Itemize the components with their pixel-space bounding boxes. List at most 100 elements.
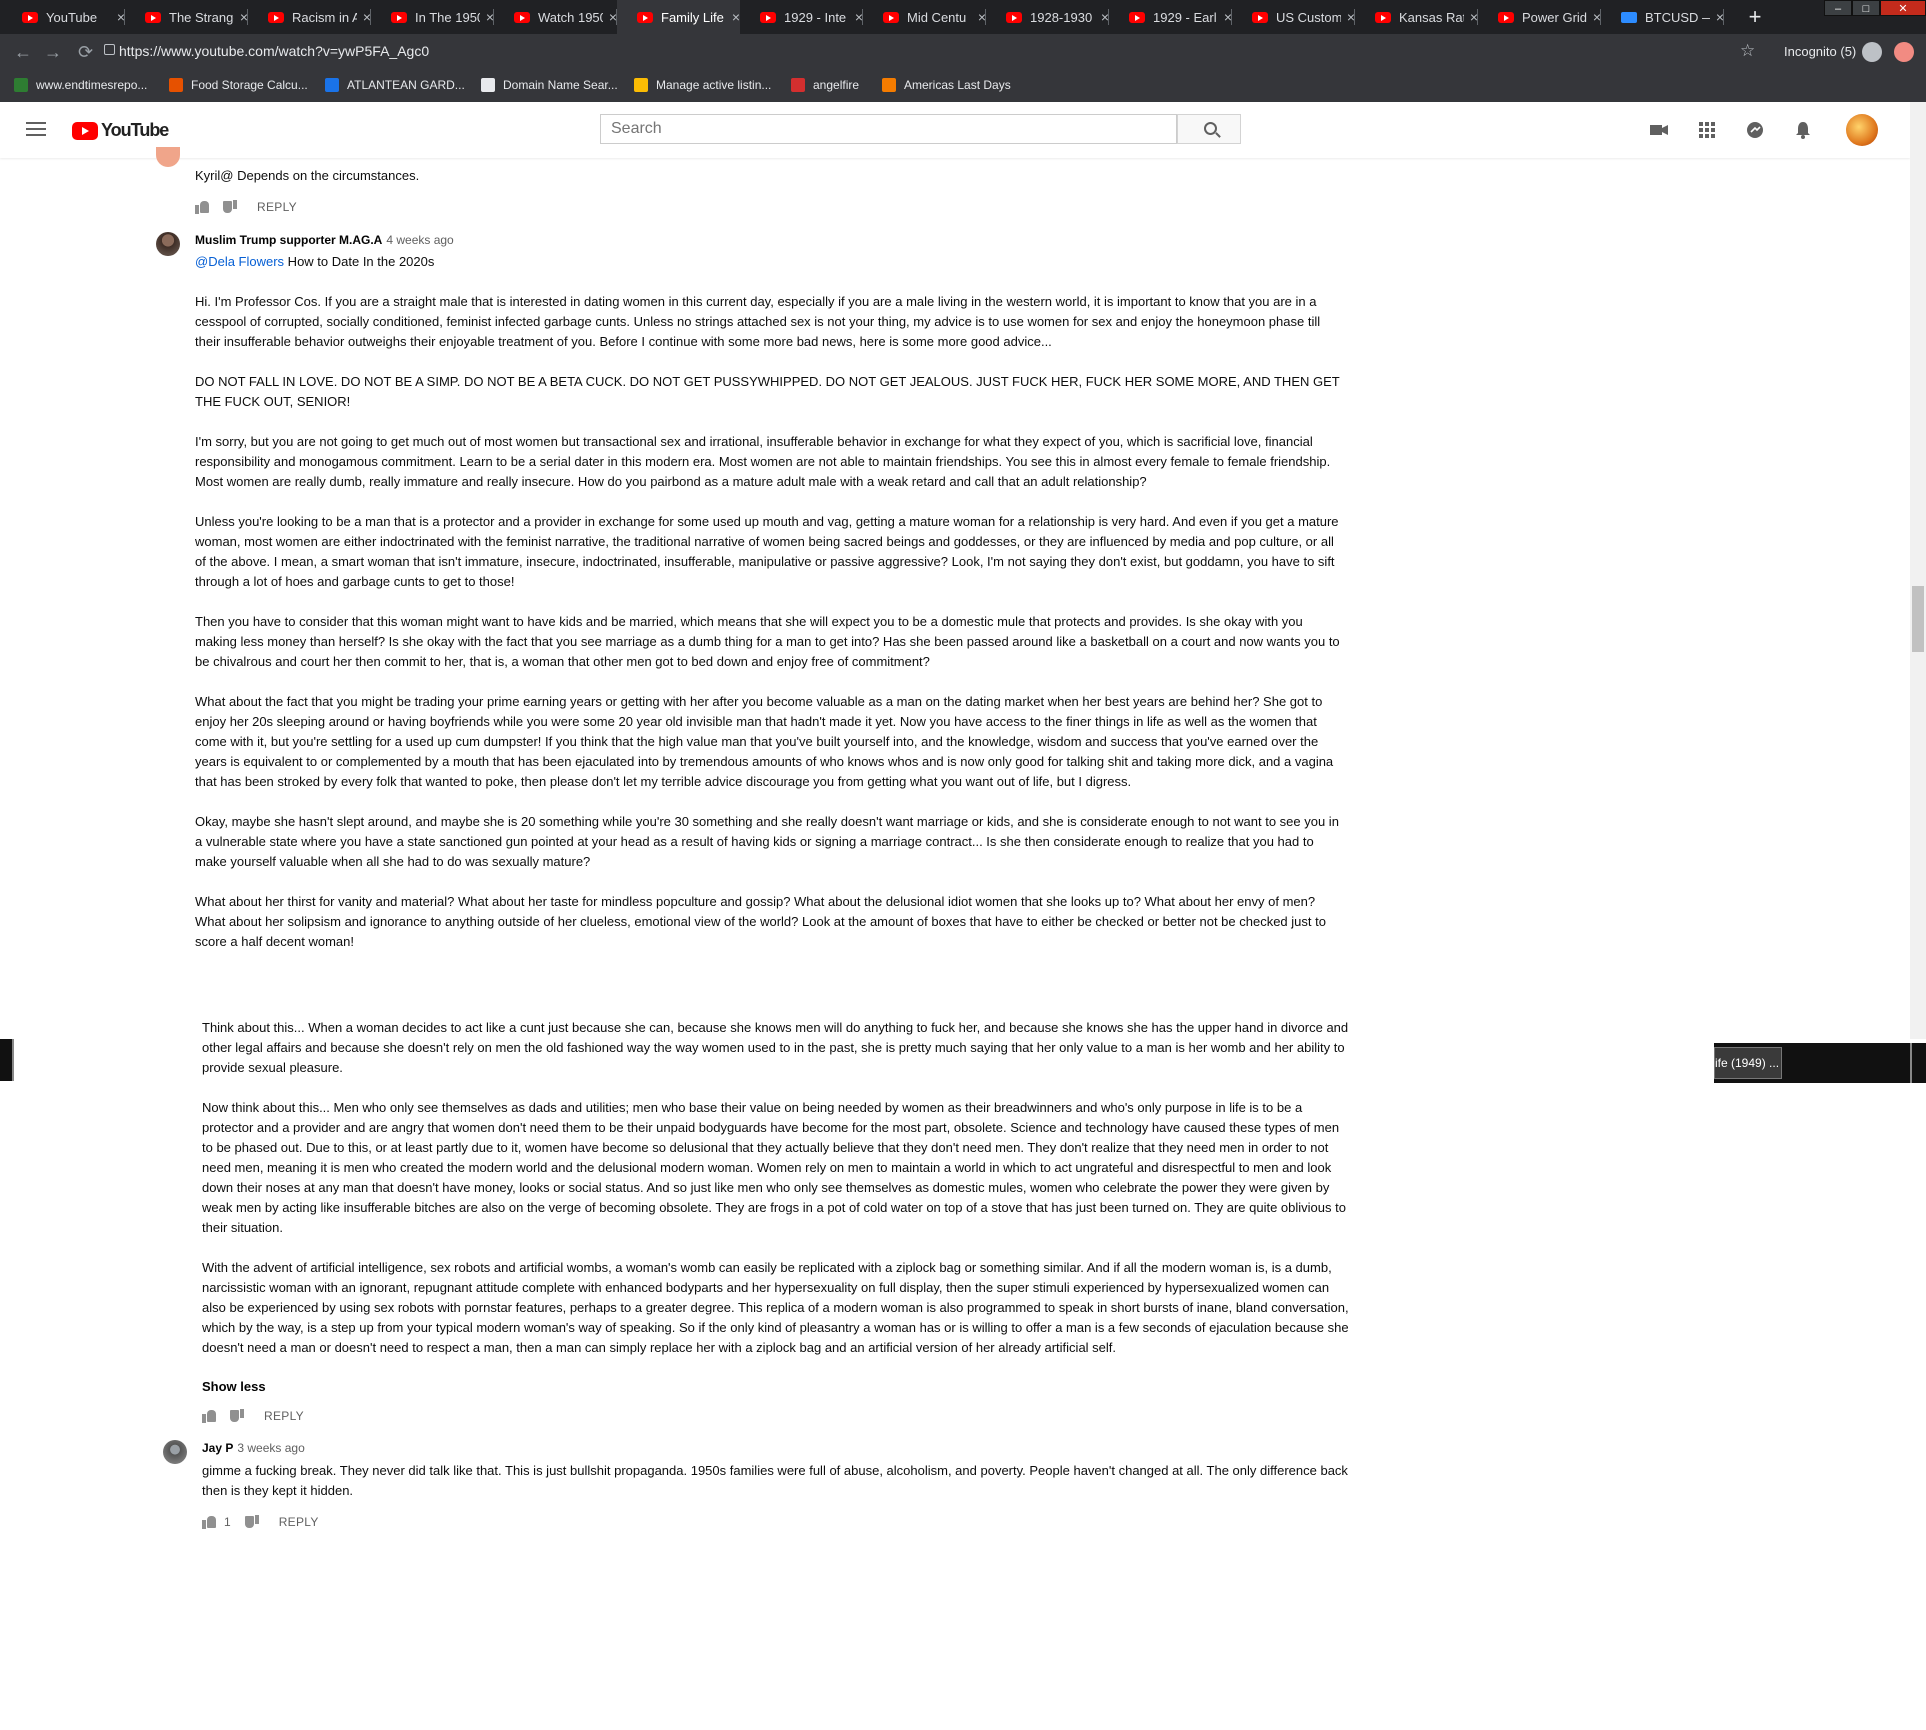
thumbs-down-icon[interactable] <box>223 200 237 214</box>
incognito-icon[interactable] <box>1862 42 1882 62</box>
tab-label: Mid Centu <box>907 9 967 25</box>
browser-tab[interactable]: Racism in A × <box>248 0 371 34</box>
thumbs-up-icon[interactable] <box>202 1409 216 1423</box>
thumbs-down-icon[interactable] <box>230 1409 244 1423</box>
youtube-favicon-icon <box>268 11 284 23</box>
bookmarks-bar: www.endtimesrepo... Food Storage Calcu...… <box>0 70 1926 103</box>
comment-author[interactable]: Muslim Trump supporter M.AG.A 4 weeks ago <box>195 233 454 247</box>
incognito-label[interactable]: Incognito (5) <box>1784 44 1856 59</box>
bookmark-item[interactable]: Domain Name Sear... <box>481 78 618 92</box>
hamburger-menu-icon[interactable] <box>26 122 46 136</box>
create-video-icon[interactable] <box>1649 120 1669 140</box>
bookmark-star-icon[interactable]: ☆ <box>1740 41 1755 61</box>
browser-tab[interactable]: Power Grid × <box>1478 0 1601 34</box>
reply-button[interactable]: REPLY <box>279 1515 319 1529</box>
like-count: 1 <box>224 1515 231 1529</box>
maximize-button[interactable]: □ <box>1852 0 1880 16</box>
comment-paragraph: Hi. I'm Professor Cos. If you are a stra… <box>195 294 1321 349</box>
lock-icon[interactable] <box>104 44 115 55</box>
search-input[interactable] <box>600 114 1177 144</box>
bookmark-favicon-icon <box>325 78 339 92</box>
comment-time[interactable]: 4 weeks ago <box>386 233 453 247</box>
thumbs-up-icon[interactable] <box>202 1515 216 1529</box>
profile-icon[interactable] <box>1894 42 1914 62</box>
messages-icon[interactable] <box>1745 120 1765 140</box>
reply-button[interactable]: REPLY <box>257 200 297 214</box>
comment-actions: 1 REPLY <box>202 1512 319 1532</box>
youtube-logo-text[interactable]: YouTube <box>101 120 169 141</box>
youtube-favicon-icon <box>514 11 530 23</box>
page-scrollbar[interactable] <box>1910 102 1926 1039</box>
browser-tab[interactable]: The Strange × <box>125 0 248 34</box>
browser-tab[interactable]: 1929 - Inte × <box>740 0 863 34</box>
browser-tab[interactable]: Watch 1950 × <box>494 0 617 34</box>
bookmark-item[interactable]: www.endtimesrepo... <box>14 78 147 92</box>
bookmark-label: www.endtimesrepo... <box>36 78 148 92</box>
account-avatar[interactable] <box>1846 114 1878 146</box>
tab-label: BTCUSD — <box>1645 9 1710 25</box>
bookmark-item[interactable]: ATLANTEAN GARD... <box>325 78 465 92</box>
comment-paragraph: DO NOT FALL IN LOVE. DO NOT BE A SIMP. D… <box>195 374 1340 409</box>
comment-avatar[interactable] <box>163 1440 187 1464</box>
tab-label: Racism in A <box>292 9 357 25</box>
mention-link[interactable]: @Dela Flowers <box>195 254 284 269</box>
youtube-favicon-icon <box>22 11 38 23</box>
thumbs-up-icon[interactable] <box>195 200 209 214</box>
tab-label: Watch 1950 <box>538 9 603 25</box>
minimize-button[interactable]: – <box>1824 0 1852 16</box>
browser-tab[interactable]: Family Life × <box>617 0 740 34</box>
youtube-favicon-icon <box>1252 11 1268 23</box>
comment-avatar[interactable] <box>156 147 180 167</box>
bookmark-favicon-icon <box>634 78 648 92</box>
comment-author-name[interactable]: Muslim Trump supporter M.AG.A <box>195 233 382 247</box>
apps-grid-icon[interactable] <box>1697 120 1717 140</box>
taskbar-window-button[interactable]: ife (1949) ... <box>1714 1047 1782 1079</box>
tab-label: US Custom <box>1276 9 1341 25</box>
youtube-favicon-icon <box>1129 11 1145 23</box>
browser-tab[interactable]: BTCUSD — × <box>1601 0 1724 34</box>
browser-tab-strip: YouTube × The Strange × Racism in A × In The 1… <box>0 0 1926 34</box>
notifications-bell-icon[interactable] <box>1793 120 1813 140</box>
bookmark-item[interactable]: Americas Last Days <box>882 78 1011 92</box>
scrollbar-thumb[interactable] <box>1912 586 1924 652</box>
comment-author-name[interactable]: Jay P <box>202 1441 233 1455</box>
comment-actions: REPLY <box>195 197 297 217</box>
bookmark-item[interactable]: Manage active listin... <box>634 78 771 92</box>
comment-time[interactable]: 3 weeks ago <box>237 1441 304 1455</box>
forward-arrow-icon[interactable]: → <box>44 42 62 63</box>
bookmark-label: Americas Last Days <box>904 78 1011 92</box>
tab-label: 1929 - Earl <box>1153 9 1217 25</box>
search-button[interactable] <box>1177 114 1241 144</box>
bookmark-label: Food Storage Calcu... <box>191 78 308 92</box>
tab-label: Family Life <box>661 9 724 25</box>
youtube-logo-icon[interactable] <box>72 122 98 140</box>
close-window-button[interactable]: ✕ <box>1880 0 1926 16</box>
browser-tab[interactable]: 1928-1930 × <box>986 0 1109 34</box>
reply-button[interactable]: REPLY <box>264 1409 304 1423</box>
comment-paragraph: What about her thirst for vanity and mat… <box>195 894 1326 949</box>
tab-close-icon[interactable]: × <box>732 9 740 25</box>
comment-body: @Dela Flowers How to Date In the 2020s H… <box>195 252 1345 952</box>
thumbs-down-icon[interactable] <box>244 1515 259 1529</box>
comment-avatar[interactable] <box>156 232 180 256</box>
browser-tab[interactable]: Kansas Rat × <box>1355 0 1478 34</box>
youtube-favicon-icon <box>1006 11 1022 23</box>
bookmark-item[interactable]: angelfire <box>791 78 859 92</box>
bookmark-item[interactable]: Food Storage Calcu... <box>169 78 308 92</box>
browser-tab[interactable]: Mid Centu × <box>863 0 986 34</box>
comment-text: Kyril@ Depends on the circumstances. <box>195 168 420 183</box>
comment-author[interactable]: Jay P 3 weeks ago <box>202 1441 305 1455</box>
bookmark-label: Domain Name Sear... <box>503 78 618 92</box>
new-tab-button[interactable]: + <box>1742 4 1768 30</box>
back-arrow-icon[interactable]: ← <box>14 42 32 63</box>
url-field[interactable]: https://www.youtube.com/watch?v=ywP5FA_A… <box>119 43 429 59</box>
taskbar-edge <box>1910 1043 1926 1083</box>
comment-paragraph: Okay, maybe she hasn't slept around, and… <box>195 814 1339 869</box>
browser-tab[interactable]: US Custom × <box>1232 0 1355 34</box>
browser-tab[interactable]: YouTube × <box>2 0 125 34</box>
reload-icon[interactable]: ⟳ <box>78 42 93 63</box>
browser-tab[interactable]: In The 1950 × <box>371 0 494 34</box>
comment-paragraph: Think about this... When a woman decides… <box>202 1020 1349 1075</box>
show-less-button[interactable]: Show less <box>202 1379 266 1394</box>
browser-tab[interactable]: 1929 - Earl × <box>1109 0 1232 34</box>
